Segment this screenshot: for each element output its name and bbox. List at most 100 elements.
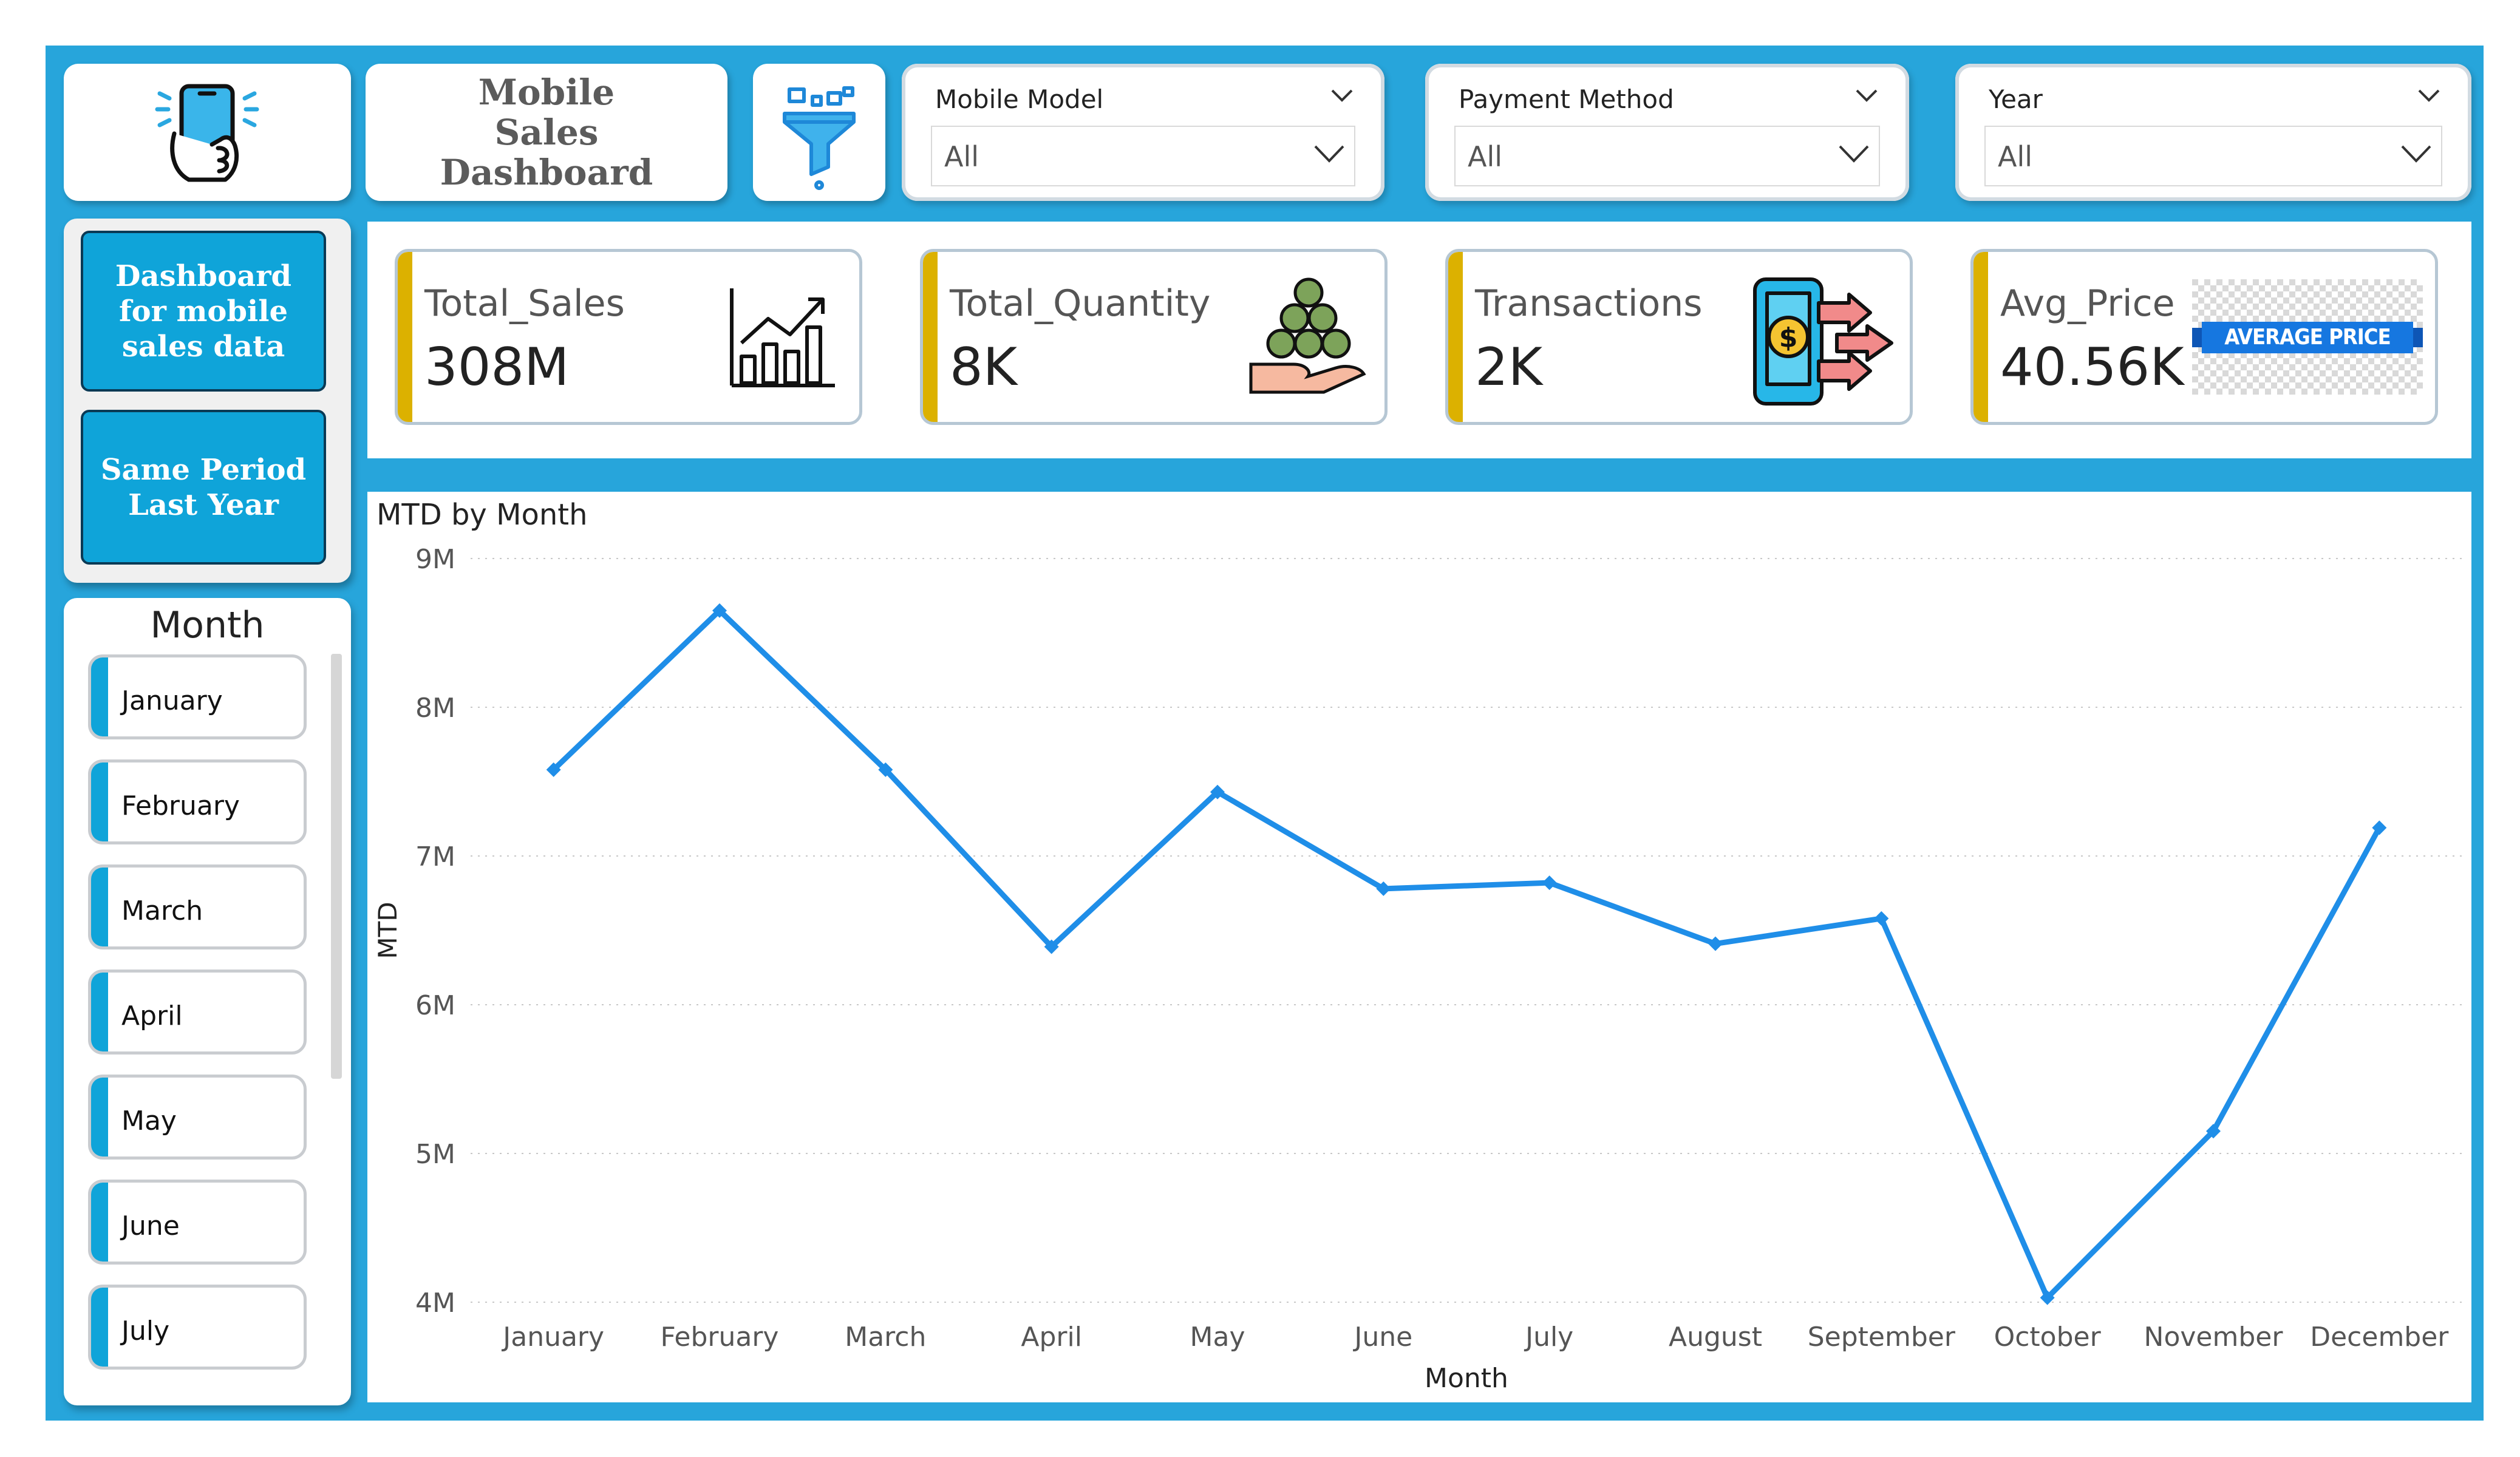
slicer-value: All — [1998, 140, 2033, 173]
kpi-accent — [398, 252, 412, 422]
x-tick-label: January — [501, 1322, 604, 1353]
x-tick-label: September — [1808, 1322, 1956, 1353]
kpi-name: Total_Quantity — [950, 282, 1211, 325]
x-tick-label: August — [1669, 1322, 1762, 1353]
chevron-down-icon[interactable] — [1330, 87, 1354, 105]
month-item-january[interactable]: January — [88, 654, 307, 739]
month-item-march[interactable]: March — [88, 864, 307, 949]
month-item-june[interactable]: June — [88, 1180, 307, 1265]
average-price-badge-icon: AVERAGE PRICE — [2192, 279, 2423, 395]
y-tick-label: 9M — [415, 544, 455, 575]
navigation-panel: Dashboard for mobile sales data Same Per… — [64, 219, 351, 583]
kpi-value: 8K — [950, 337, 1018, 398]
month-item-accent — [91, 1078, 108, 1156]
slicer-label: Mobile Model — [935, 84, 1104, 114]
month-item-accent — [91, 657, 108, 736]
kpi-name: Transactions — [1475, 282, 1703, 325]
data-point — [1708, 936, 1723, 951]
month-item-april[interactable]: April — [88, 970, 307, 1055]
y-tick-label: 7M — [415, 841, 455, 872]
chevron-down-icon[interactable] — [1837, 141, 1870, 166]
kpi-card-transactions: Transactions 2K $ — [1445, 249, 1913, 425]
dashboard-title-card: Mobile Sales Dashboard — [366, 64, 727, 201]
x-tick-label: June — [1352, 1322, 1412, 1353]
month-item-label: June — [121, 1211, 180, 1241]
x-tick-label: November — [2144, 1322, 2284, 1353]
chevron-down-icon[interactable] — [1313, 141, 1346, 166]
x-tick-label: February — [661, 1322, 779, 1353]
month-item-accent — [91, 1288, 108, 1367]
slicer-label: Payment Method — [1459, 84, 1674, 114]
kpi-card-avg-price: Avg_Price 40.56K AVERAGE PRICE — [1970, 249, 2438, 425]
kpi-card-total-quantity: Total_Quantity 8K — [920, 249, 1388, 425]
year-slicer[interactable]: Year All — [1955, 64, 2471, 201]
kpi-name: Avg_Price — [2000, 282, 2175, 325]
month-item-label: January — [121, 685, 223, 716]
month-slicer-title: Month — [150, 604, 265, 647]
month-item-accent — [91, 973, 108, 1051]
x-tick-label: October — [1994, 1322, 2102, 1353]
kpi-accent — [1448, 252, 1463, 422]
payment-method-slicer[interactable]: Payment Method All — [1425, 64, 1909, 201]
month-slicer-panel: Month January February March April May J… — [64, 598, 351, 1405]
kpi-value: 2K — [1475, 337, 1543, 398]
page-title: Mobile Sales Dashboard — [440, 72, 653, 193]
kpi-value: 40.56K — [2000, 337, 2184, 398]
month-item-july[interactable]: July — [88, 1285, 307, 1370]
kpi-accent — [1973, 252, 1988, 422]
chevron-down-icon[interactable] — [2417, 87, 2441, 105]
series-line — [551, 608, 2382, 1301]
kpi-strip: Total_Sales 308M Total_Quantity 8K Trans… — [367, 222, 2471, 458]
month-item-label: April — [121, 1000, 183, 1031]
phone-payment-icon: $ — [1753, 277, 1893, 406]
month-item-may[interactable]: May — [88, 1075, 307, 1160]
svg-text:$: $ — [1779, 322, 1798, 353]
x-tick-label: December — [2310, 1322, 2449, 1353]
slicer-value: All — [944, 140, 979, 173]
year-dropdown[interactable]: All — [1984, 126, 2442, 186]
mtd-by-month-chart: MTD by Month 9M 8M 7M 6M 5M 4M January February… — [367, 492, 2471, 1402]
mobile-model-dropdown[interactable]: All — [931, 126, 1355, 186]
y-tick-label: 8M — [415, 693, 455, 724]
month-item-accent — [91, 868, 108, 946]
month-item-label: March — [121, 895, 203, 926]
dashboard-frame: Mobile Sales Dashboard Mobile Model All … — [46, 46, 2484, 1421]
kpi-accent — [923, 252, 938, 422]
month-item-accent — [91, 762, 108, 841]
month-item-accent — [91, 1183, 108, 1262]
same-period-last-year-button[interactable]: Same Period Last Year — [81, 410, 326, 565]
chevron-down-icon[interactable] — [2400, 141, 2433, 166]
data-point — [1542, 875, 1557, 891]
y-axis-title: MTD — [373, 902, 403, 959]
month-item-label: February — [121, 790, 240, 821]
y-tick-label: 4M — [415, 1288, 455, 1319]
dashboard-nav-button[interactable]: Dashboard for mobile sales data — [81, 231, 326, 392]
x-tick-label: April — [1021, 1322, 1082, 1353]
logo-card — [64, 64, 351, 201]
y-tick-label: 5M — [415, 1139, 455, 1170]
payment-method-dropdown[interactable]: All — [1454, 126, 1880, 186]
funnel-filter-icon — [783, 86, 856, 190]
mobile-model-slicer[interactable]: Mobile Model All — [902, 64, 1384, 201]
phone-in-hand-icon — [155, 84, 259, 182]
filter-card[interactable] — [753, 64, 885, 201]
coins-in-hand-icon — [1249, 277, 1366, 394]
x-tick-label: March — [845, 1322, 926, 1353]
y-tick-label: 6M — [415, 990, 455, 1021]
chevron-down-icon[interactable] — [1854, 87, 1879, 105]
month-item-label: July — [121, 1316, 170, 1347]
x-axis-title: Month — [1425, 1363, 1508, 1394]
slicer-value: All — [1468, 140, 1503, 173]
month-slicer-scrollbar[interactable] — [331, 654, 342, 1079]
month-item-february[interactable]: February — [88, 759, 307, 844]
growth-chart-icon — [730, 288, 835, 387]
slicer-label: Year — [1989, 84, 2043, 114]
line-chart-svg: 9M 8M 7M 6M 5M 4M January February March April May… — [373, 544, 2462, 1394]
average-price-badge-text: AVERAGE PRICE — [2224, 325, 2391, 350]
kpi-name: Total_Sales — [424, 282, 625, 325]
x-tick-label: May — [1190, 1322, 1245, 1353]
x-tick-label: July — [1524, 1322, 1573, 1353]
kpi-value: 308M — [424, 337, 570, 398]
kpi-card-total-sales: Total_Sales 308M — [395, 249, 862, 425]
month-item-label: May — [121, 1105, 177, 1136]
